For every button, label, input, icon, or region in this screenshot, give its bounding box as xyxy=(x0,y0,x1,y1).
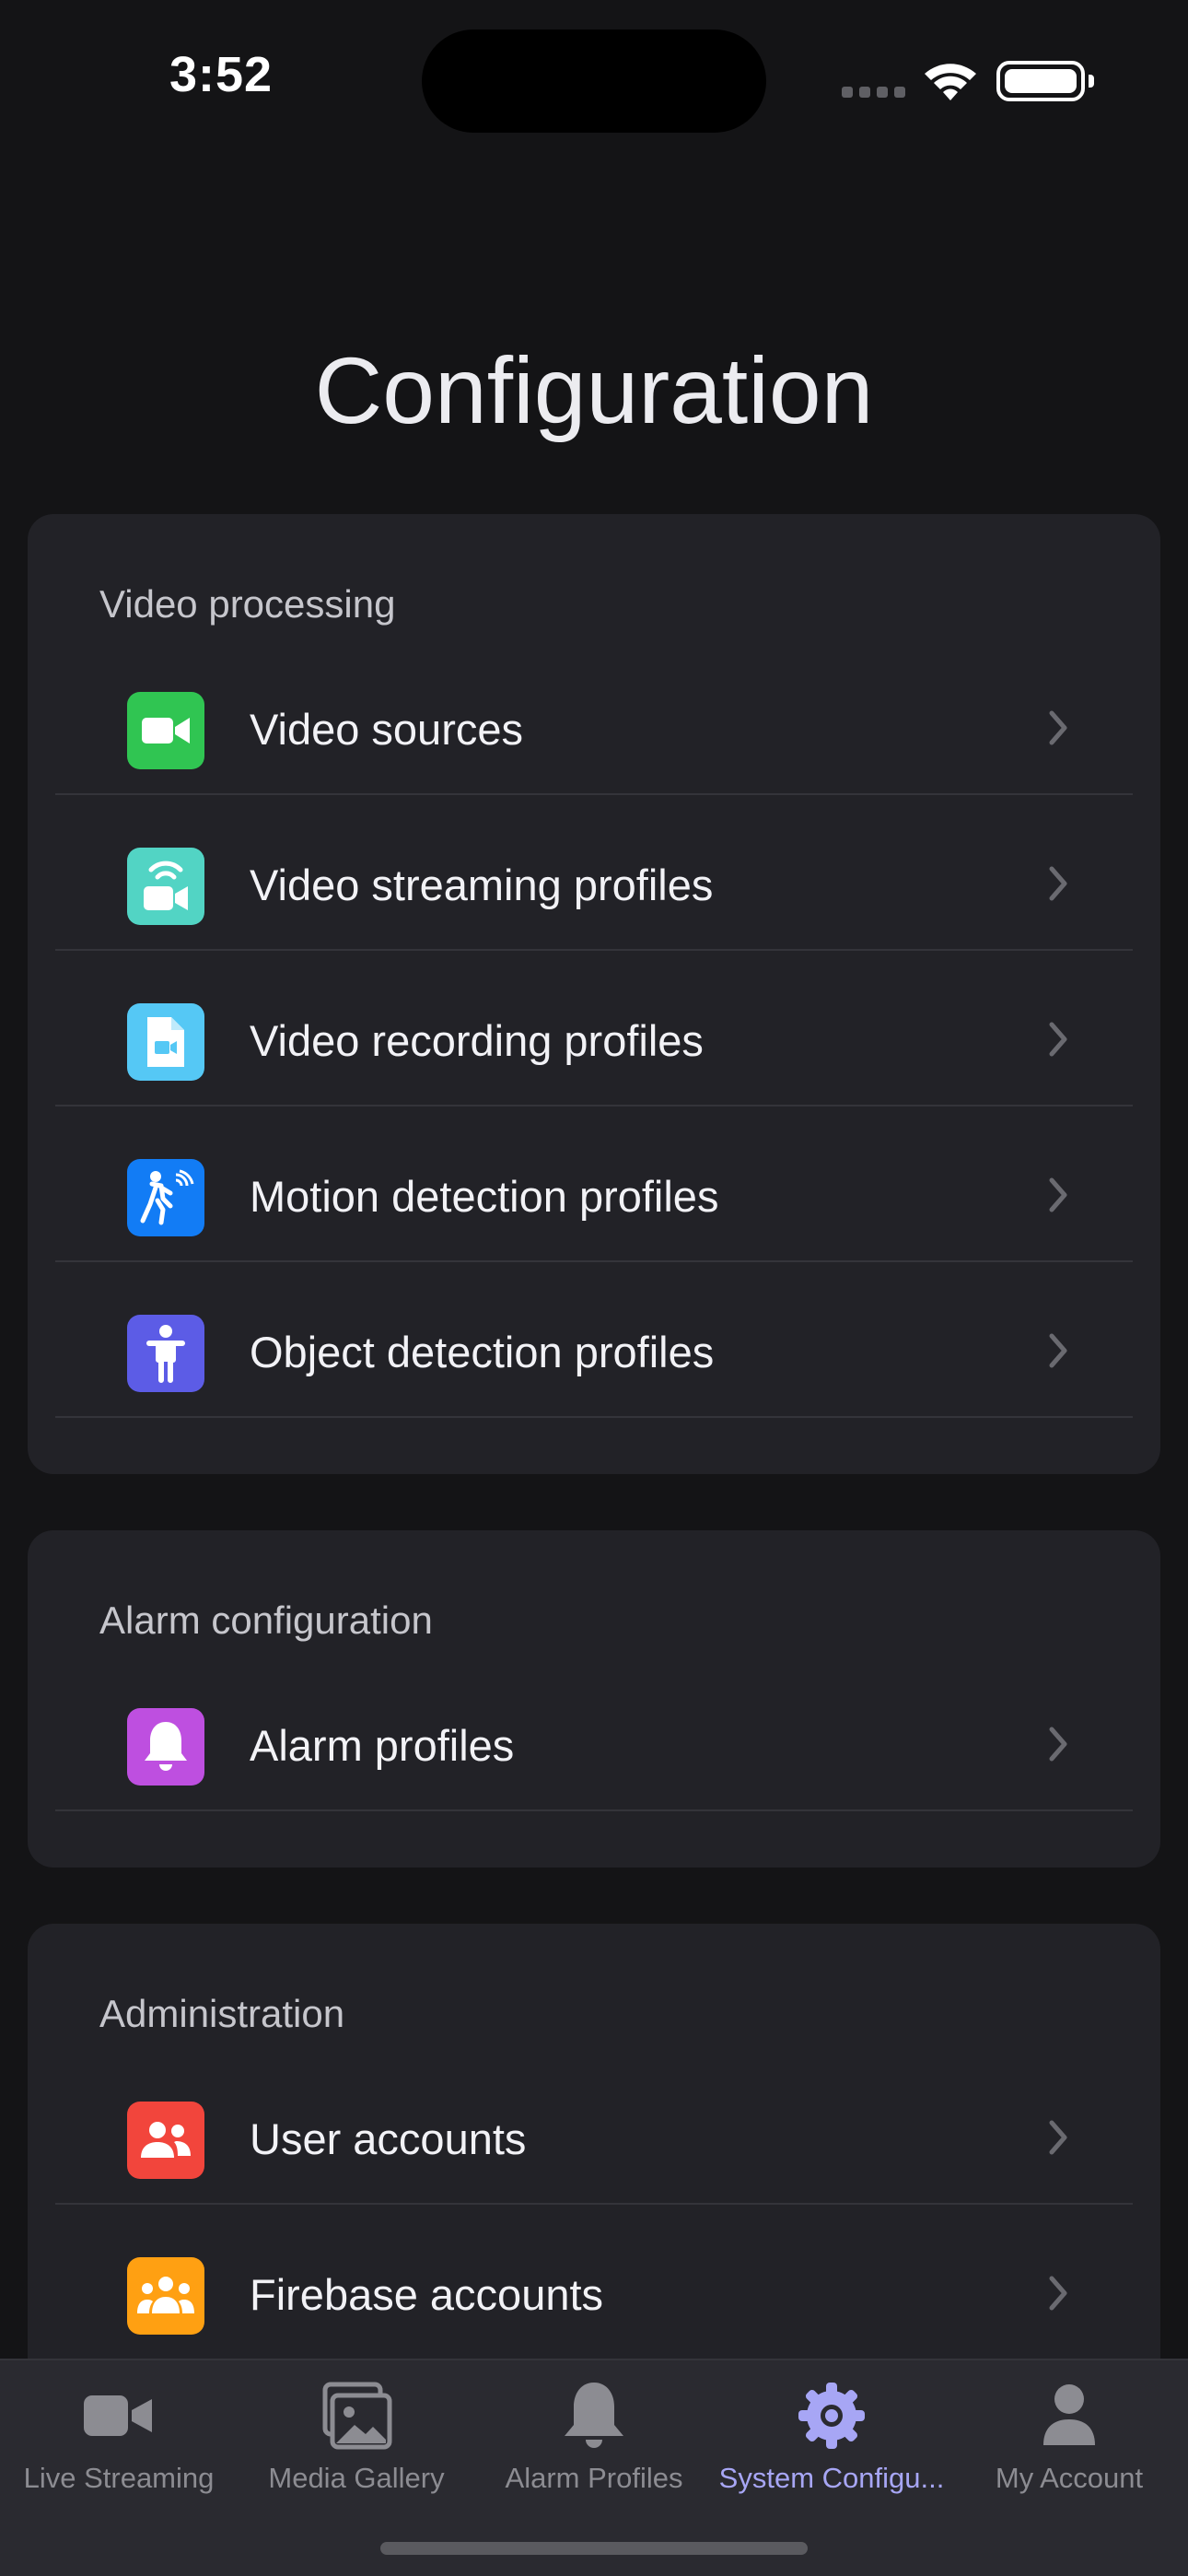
cellular-signal-icon xyxy=(842,87,906,98)
status-time: 3:52 xyxy=(169,47,274,102)
tab-label: My Account xyxy=(995,2462,1144,2494)
section-header: Video processing xyxy=(99,582,396,626)
tab-label: System Configu... xyxy=(718,2462,945,2494)
screen: 3:52 Configuration Video processing Vide… xyxy=(0,0,1188,2576)
list-item-video-recording-profiles[interactable]: Video recording profiles xyxy=(55,951,1133,1107)
list-item-motion-detection-profiles[interactable]: Motion detection profiles xyxy=(55,1107,1133,1262)
gallery-icon xyxy=(322,2382,392,2450)
recording-file-icon xyxy=(127,1003,204,1081)
person-icon xyxy=(1043,2384,1095,2445)
list-item-object-detection-profiles[interactable]: Object detection profiles xyxy=(55,1262,1133,1418)
section-header: Alarm configuration xyxy=(99,1598,433,1642)
chevron-right-icon xyxy=(1049,1333,1067,1368)
tab-label: Alarm Profiles xyxy=(505,2462,683,2494)
chevron-right-icon xyxy=(1049,2120,1067,2155)
chevron-right-icon xyxy=(1049,2276,1067,2311)
chevron-right-icon xyxy=(1049,1022,1067,1057)
list-item-alarm-profiles[interactable]: Alarm profiles xyxy=(55,1656,1133,1811)
group-icon xyxy=(127,2257,204,2335)
streaming-camera-icon xyxy=(127,848,204,925)
list-item-user-accounts[interactable]: User accounts xyxy=(55,2049,1133,2205)
list-item-label: Firebase accounts xyxy=(250,2270,604,2319)
gear-icon xyxy=(798,2383,865,2449)
tab-alarm-profiles[interactable]: Alarm Profiles xyxy=(475,2360,713,2545)
bell-icon xyxy=(565,2383,623,2448)
motion-detection-icon xyxy=(127,1159,204,1236)
list-item-label: Video sources xyxy=(250,705,523,754)
chevron-right-icon xyxy=(1049,866,1067,901)
list-item-label: Video streaming profiles xyxy=(250,861,714,909)
chevron-right-icon xyxy=(1049,1727,1067,1762)
section-header: Administration xyxy=(99,1992,345,2035)
tab-label: Live Streaming xyxy=(23,2462,215,2494)
dynamic-island xyxy=(422,29,766,133)
tab-system-configuration[interactable]: System Configu... xyxy=(713,2360,950,2545)
list-item-label: Video recording profiles xyxy=(250,1016,704,1065)
home-indicator xyxy=(380,2542,808,2555)
wifi-icon xyxy=(925,64,976,100)
battery-icon xyxy=(996,61,1094,101)
list-item-label: Alarm profiles xyxy=(250,1721,515,1770)
chevron-right-icon xyxy=(1049,1177,1067,1212)
list-item-video-streaming-profiles[interactable]: Video streaming profiles xyxy=(55,795,1133,951)
users-icon xyxy=(127,2102,204,2179)
person-icon xyxy=(127,1315,204,1392)
tab-my-account[interactable]: My Account xyxy=(950,2360,1188,2545)
bell-icon xyxy=(127,1708,204,1786)
video-camera-icon xyxy=(127,692,204,769)
section-alarm-configuration: Alarm configuration Alarm profiles xyxy=(28,1530,1160,1868)
list-item-label: User accounts xyxy=(250,2114,527,2163)
list-item-label: Object detection profiles xyxy=(250,1328,715,1376)
chevron-right-icon xyxy=(1049,710,1067,745)
video-camera-icon xyxy=(84,2395,152,2436)
tab-media-gallery[interactable]: Media Gallery xyxy=(238,2360,475,2545)
list-item-video-sources[interactable]: Video sources xyxy=(55,639,1133,795)
tab-label: Media Gallery xyxy=(268,2462,445,2494)
section-video-processing: Video processing Video sources Video str… xyxy=(28,514,1160,1474)
tab-live-streaming[interactable]: Live Streaming xyxy=(0,2360,238,2545)
page-title: Configuration xyxy=(314,338,874,443)
list-item-firebase-accounts[interactable]: Firebase accounts xyxy=(55,2205,1133,2360)
list-item-label: Motion detection profiles xyxy=(250,1172,719,1221)
